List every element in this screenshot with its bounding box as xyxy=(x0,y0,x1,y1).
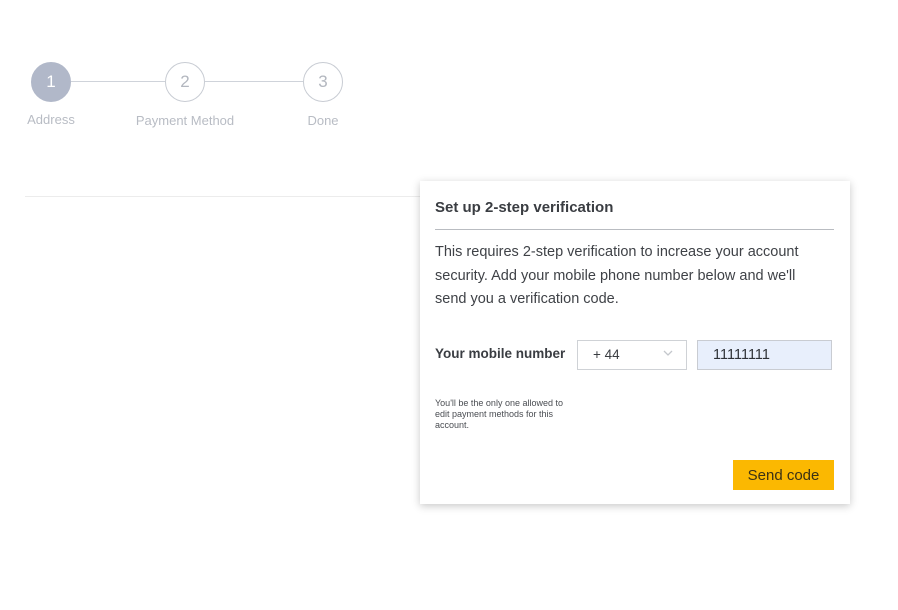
mobile-number-label: Your mobile number xyxy=(435,346,566,361)
checkout-stepper: 1 2 3 Address Payment Method Done xyxy=(0,0,400,140)
country-code-select[interactable]: + 44 xyxy=(577,340,687,370)
modal-description: This requires 2-step verification to inc… xyxy=(435,244,799,307)
send-code-button[interactable]: Send code xyxy=(733,460,834,490)
step-3-circle[interactable]: 3 xyxy=(303,62,343,102)
helper-text: You'll be the only one allowed to edit p… xyxy=(435,398,563,430)
modal-title-divider xyxy=(435,229,834,230)
step-1-circle[interactable]: 1 xyxy=(31,62,71,102)
verification-modal: Set up 2-step verification This requires… xyxy=(420,181,850,504)
country-code-value: + 44 xyxy=(593,347,620,362)
step-2-label: Payment Method xyxy=(135,113,235,128)
step-2-circle[interactable]: 2 xyxy=(165,62,205,102)
modal-title: Set up 2-step verification xyxy=(435,199,614,216)
step-3-label: Done xyxy=(307,113,339,128)
page: 1 2 3 Address Payment Method Done Set up… xyxy=(0,0,898,610)
mobile-number-input[interactable] xyxy=(697,340,832,370)
content-divider xyxy=(25,196,445,197)
chevron-down-icon xyxy=(663,350,673,356)
step-1-label: Address xyxy=(27,112,75,127)
stepper-connector xyxy=(71,81,165,82)
stepper-connector xyxy=(205,81,303,82)
